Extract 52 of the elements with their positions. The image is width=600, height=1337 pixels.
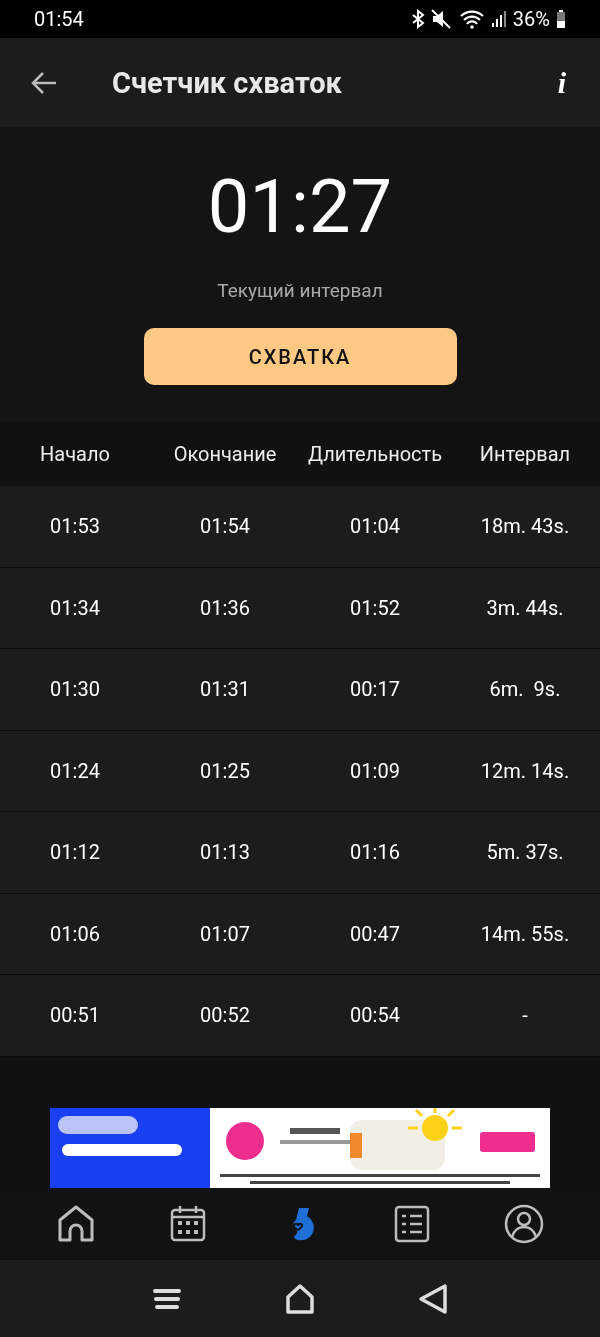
column-header: Интервал [478,442,572,466]
info-button[interactable]: i [553,65,570,100]
table-cell-text: 01:30 [49,677,101,702]
contraction-button[interactable]: СХВАТКА [143,328,457,385]
table-cell-text: 00:52 [199,1003,251,1028]
timer-caption: Текущий интервал [217,279,383,302]
table-cell-text: 01:07 [199,921,251,946]
table-cell-text: 6m. 9s. [488,677,562,702]
timer-display: 01:27 [207,167,393,247]
table-cell-text: 01:24 [49,758,101,783]
mute-icon [430,9,453,29]
table-cell-text: 01:34 [49,595,101,620]
column-header: Начало [39,442,111,466]
signal-icon [490,9,507,29]
table-cell-text: 01:13 [199,840,251,865]
table-cell-text: 01:54 [199,514,251,539]
table-cell-text: 00:47 [349,921,401,946]
back-button[interactable] [418,1282,449,1315]
bluetooth-icon [410,9,425,29]
calendar-icon [168,1204,208,1244]
table-cell-text: - [521,1003,529,1028]
wifi-icon [458,9,485,29]
list-icon [392,1204,432,1244]
table-cell-text: 00:54 [349,1003,401,1028]
table-cell-text: 01:09 [349,758,401,783]
table-cell-text: 01:25 [199,758,251,783]
table-cell-text: 00:51 [49,1003,101,1028]
table-cell-text: 3m. 44s. [485,595,565,620]
table-cell-text: 01:52 [349,595,401,620]
column-header: Окончание [172,442,278,466]
table-cell-text: 12m. 14s. [479,758,571,783]
table-cell-text: 5m. 37s. [485,840,565,865]
table-cell-text: 01:06 [49,921,101,946]
column-header: Длительность [306,442,444,466]
table-cell-text: 01:31 [199,677,251,702]
table-cell-text: 01:16 [349,840,401,865]
table-cell-text: 14m. 55s. [479,921,571,946]
nav-tab[interactable] [502,1202,546,1246]
profile-icon [504,1204,544,1244]
table-cell-text: 01:36 [199,595,251,620]
recent-apps-button[interactable] [151,1286,182,1311]
battery-icon [556,9,566,29]
home-button[interactable] [285,1282,315,1315]
battery-percent: 36% [512,7,550,31]
table-cell-text: 01:04 [349,514,401,539]
table-cell-text: 01:53 [49,514,101,539]
screen-title: Счетчик схваток [112,65,343,100]
home-icon [56,1204,96,1244]
status-time: 01:54 [34,7,84,31]
table-cell-text: 18m. 43s. [479,514,571,539]
table-cell-text: 01:12 [49,840,101,865]
table-cell-text: 00:17 [349,677,401,702]
